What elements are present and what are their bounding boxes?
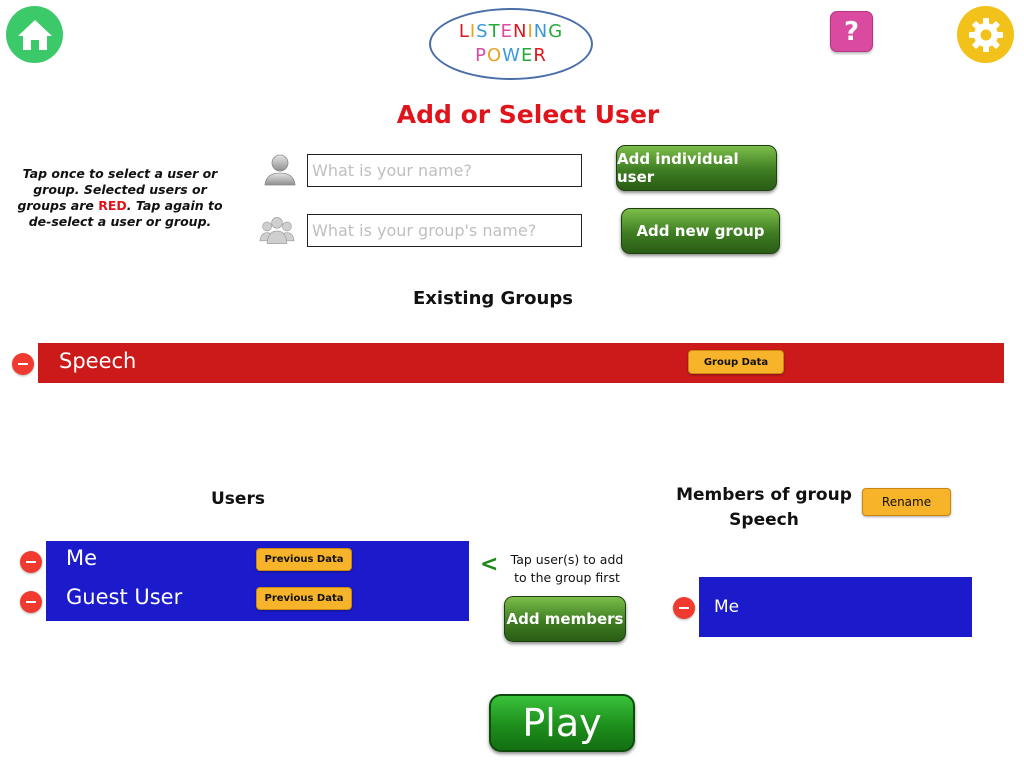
home-icon [17, 19, 52, 50]
help-button[interactable]: ? [830, 11, 873, 52]
instructions-text: Tap once to select a user or group. Sele… [14, 166, 226, 230]
logo-letter: N [533, 21, 549, 42]
logo-letter: L [458, 21, 470, 42]
add-members-button[interactable]: Add members [504, 596, 626, 642]
user-name: Guest User [66, 585, 183, 609]
arrow-left-icon: < [480, 552, 499, 577]
logo-letter: S [476, 21, 489, 42]
remove-group-button[interactable] [12, 353, 34, 375]
remove-member-button[interactable] [673, 597, 695, 619]
hint-line-1: Tap user(s) to add [510, 552, 624, 567]
rename-button[interactable]: Rename [862, 488, 951, 516]
app-logo: LISTENING POWER [429, 8, 593, 80]
logo-letter: P [475, 45, 487, 66]
previous-data-button[interactable]: Previous Data [256, 548, 352, 571]
group-row-speech[interactable]: Speech Group Data [38, 343, 1004, 383]
person-icon [264, 154, 296, 186]
members-group-name: Speech [729, 510, 799, 530]
instructions-red-word: RED [98, 198, 127, 213]
user-row-me[interactable]: Me Previous Data [46, 541, 469, 581]
logo-letter: O [486, 45, 503, 66]
members-list: Me [699, 577, 972, 637]
user-row-guest[interactable]: Guest User Previous Data [46, 581, 469, 621]
logo-letter: R [533, 45, 547, 66]
question-mark-icon: ? [843, 16, 860, 47]
page-title: Add or Select User [396, 100, 660, 129]
gear-icon [968, 17, 1003, 52]
group-name: Speech [59, 349, 137, 373]
users-heading: Users [211, 489, 265, 509]
add-members-hint: Tap user(s) to add to the group first [498, 551, 636, 587]
hint-line-2: to the group first [514, 570, 620, 585]
user-name: Me [66, 546, 98, 570]
logo-line-1: LISTENING [459, 20, 563, 44]
group-icon [259, 217, 295, 244]
logo-line-2: POWER [475, 44, 547, 68]
add-individual-user-button[interactable]: Add individual user [616, 145, 777, 191]
name-input[interactable] [307, 154, 582, 187]
member-row-me[interactable]: Me [699, 587, 972, 627]
existing-groups-heading: Existing Groups [413, 288, 573, 309]
settings-button[interactable] [957, 6, 1014, 63]
members-heading-line-1: Members of group [676, 485, 852, 505]
logo-letter: G [548, 21, 564, 42]
logo-letter: N [512, 21, 528, 42]
logo-letter: E [520, 45, 534, 66]
users-list: Me Previous Data Guest User Previous Dat… [46, 541, 469, 621]
play-button[interactable]: Play [489, 694, 635, 752]
group-name-input[interactable] [307, 214, 582, 247]
home-button[interactable] [6, 6, 63, 63]
logo-letter: W [502, 45, 521, 66]
group-data-button[interactable]: Group Data [688, 350, 784, 374]
member-name: Me [714, 597, 740, 617]
add-new-group-button[interactable]: Add new group [621, 208, 780, 254]
previous-data-button[interactable]: Previous Data [256, 587, 352, 610]
logo-letter: T [488, 21, 501, 42]
members-heading: Members of group Speech [676, 483, 852, 533]
logo-letter: E [500, 21, 513, 42]
remove-user-guest-button[interactable] [20, 591, 42, 613]
remove-user-me-button[interactable] [20, 551, 42, 573]
